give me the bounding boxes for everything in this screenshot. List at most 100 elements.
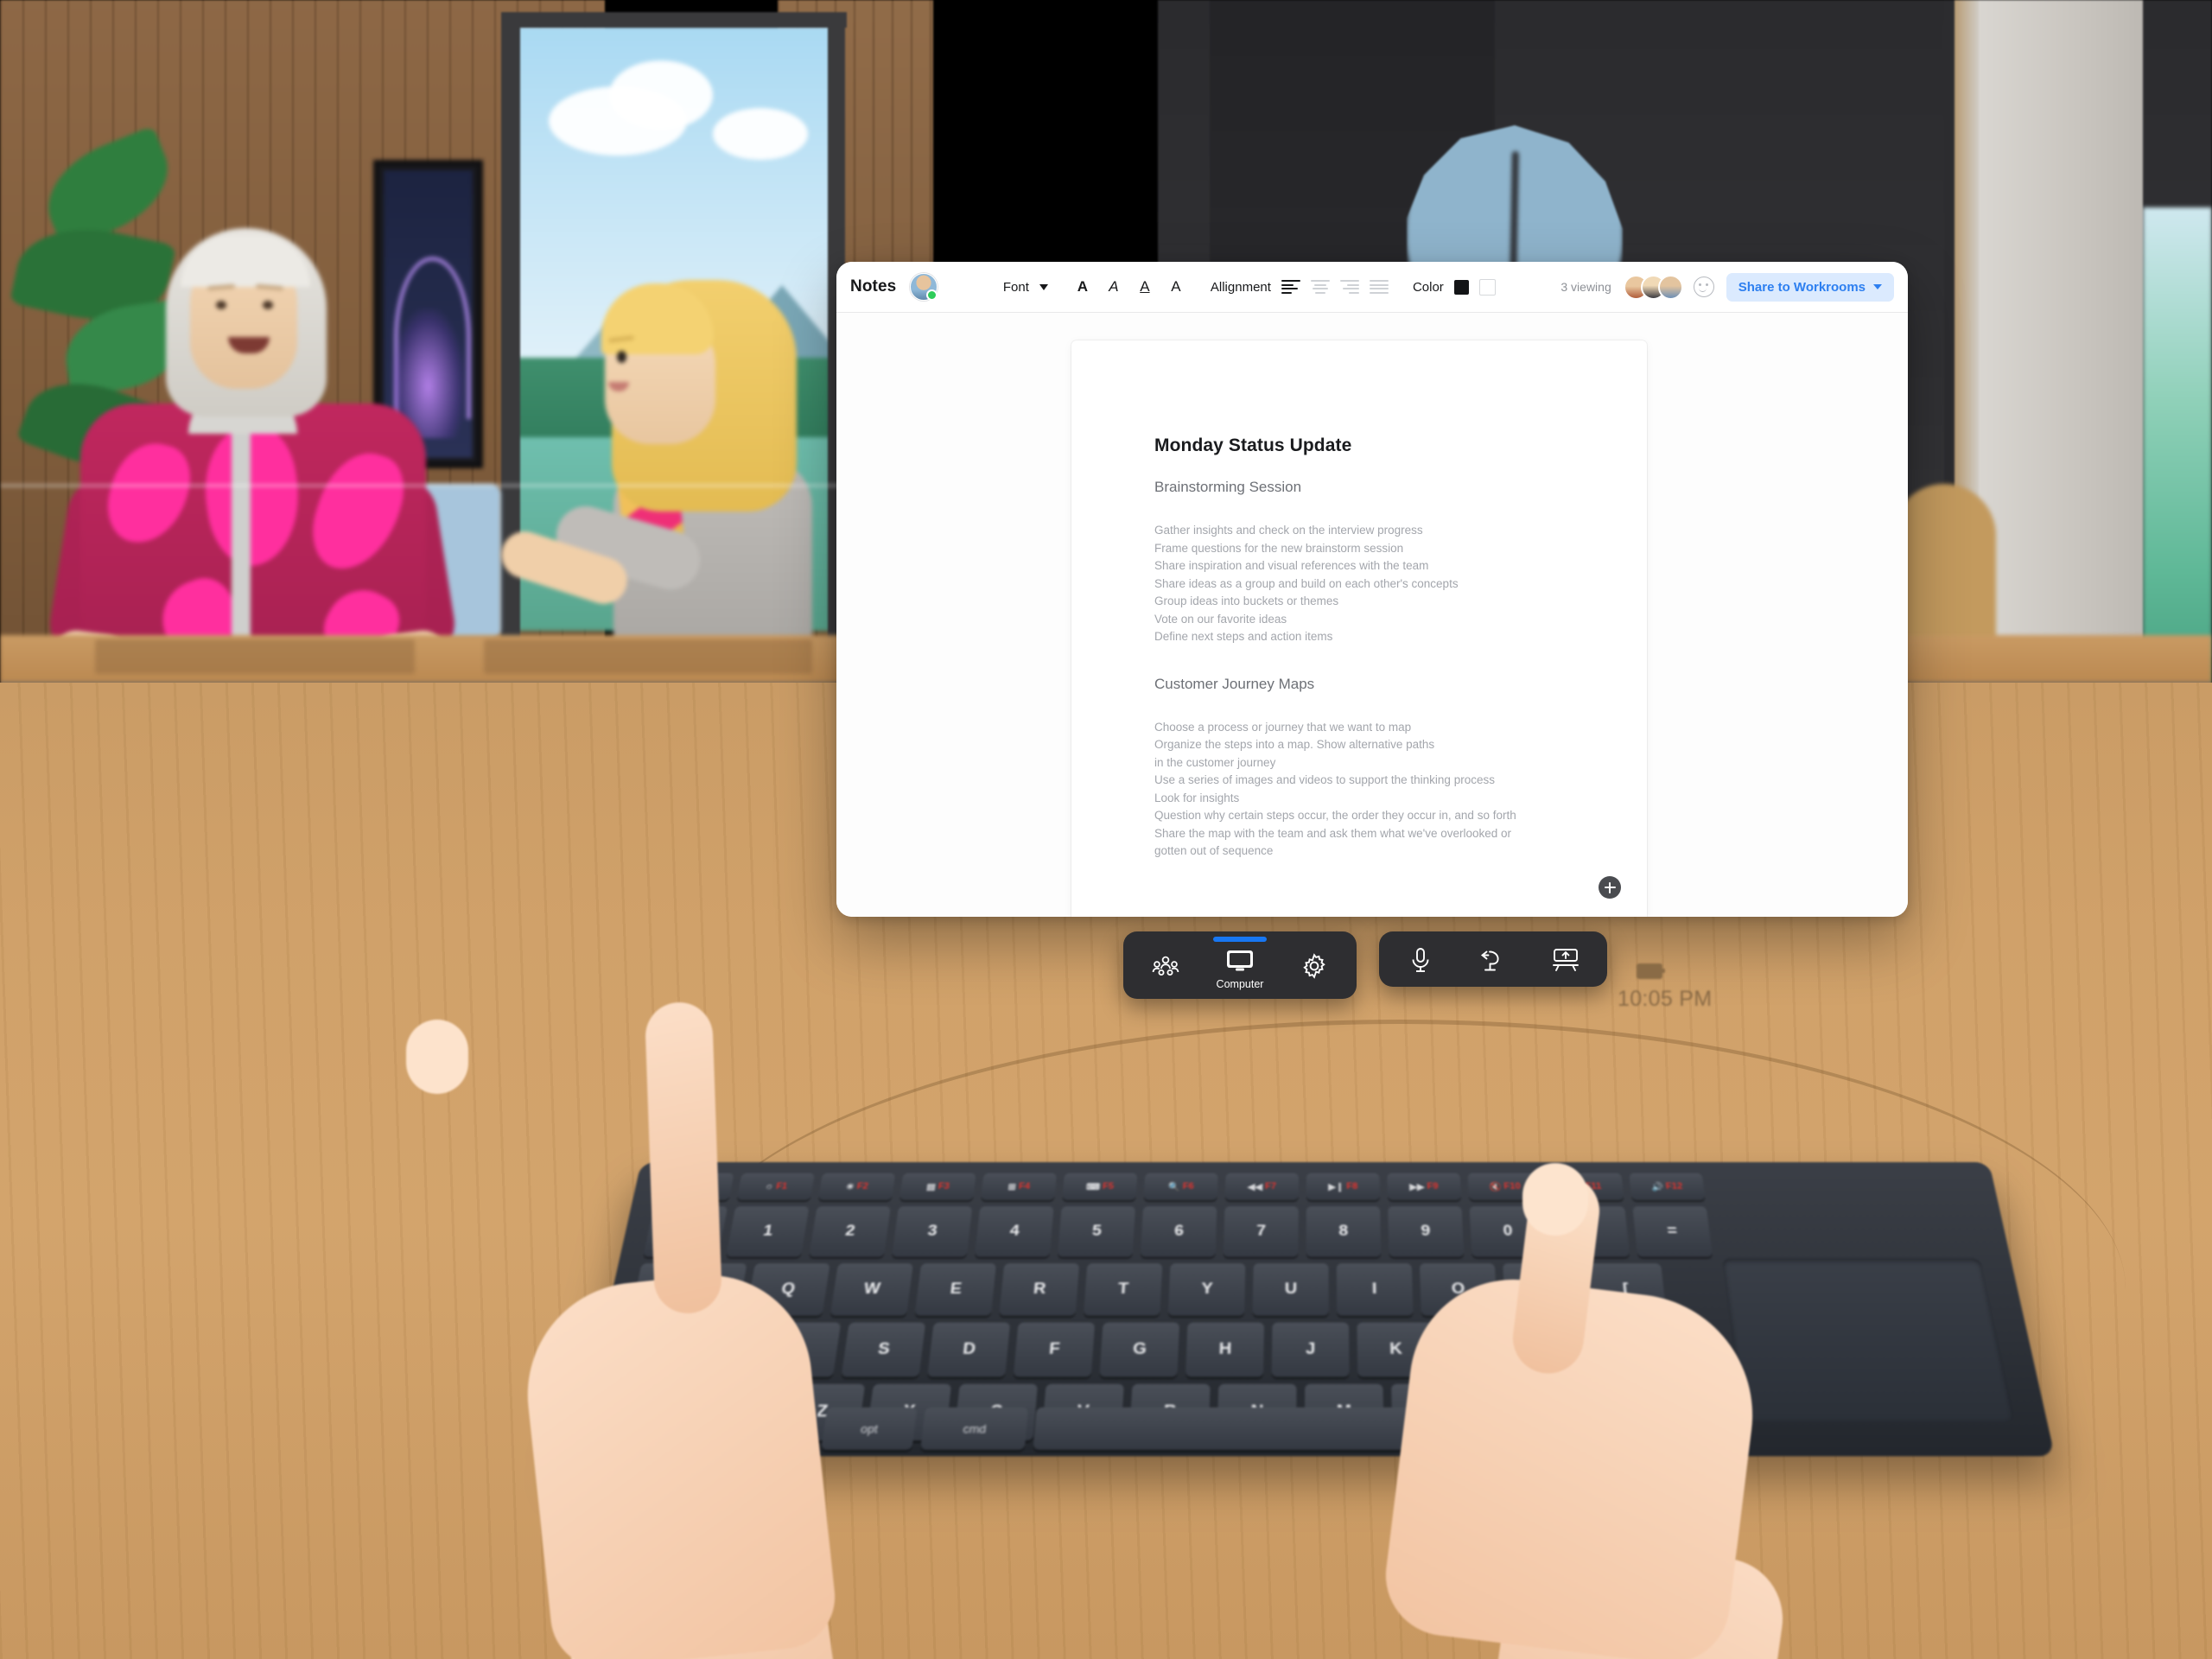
dock-button-settings[interactable] (1277, 946, 1351, 986)
key-j[interactable]: J (1272, 1323, 1350, 1377)
key-4[interactable]: 4 (975, 1206, 1054, 1256)
key-d[interactable]: D (927, 1323, 1010, 1377)
key-y[interactable]: Y (1168, 1263, 1246, 1316)
status-clock: 10:05 PM (1618, 987, 1712, 1012)
doc-line: Question why certain steps occur, the or… (1154, 807, 1588, 825)
doc-line: Gather insights and check on the intervi… (1154, 522, 1588, 540)
chevron-down-icon[interactable] (1039, 284, 1048, 290)
user-left-hand (406, 1020, 890, 1659)
doc-line: Share inspiration and visual references … (1154, 557, 1588, 575)
align-left-button[interactable] (1281, 280, 1300, 294)
avatar-eye (617, 351, 626, 363)
avatar-eye (263, 301, 273, 309)
plus-icon[interactable] (1599, 876, 1621, 899)
active-indicator (1213, 937, 1267, 942)
user-right-hand (1348, 1115, 1884, 1659)
doc-line: Share ideas as a group and build on each… (1154, 575, 1588, 594)
avatar-person-blonde (518, 259, 864, 657)
section-body-2: Choose a process or journey that we want… (1154, 719, 1588, 861)
people-group-icon (1149, 951, 1182, 981)
dock-label-computer: Computer (1217, 978, 1264, 990)
doc-line: Look for insights (1154, 790, 1588, 808)
concrete-pillar (1979, 0, 2143, 683)
text-style-group: A A A A (1060, 278, 1198, 296)
font-group: Font (991, 280, 1060, 295)
dock-panel-right (1379, 931, 1607, 987)
dock-button-seat[interactable] (1457, 940, 1529, 980)
desk-mat (484, 639, 812, 674)
window-landscape-right (2143, 207, 2212, 691)
doc-line: Define next steps and action items (1154, 628, 1588, 646)
key-f7[interactable]: ◀◀ F7 (1225, 1173, 1299, 1200)
key-f[interactable]: F (1014, 1323, 1095, 1377)
vr-dock: Computer (1123, 931, 1607, 999)
key-3[interactable]: 3 (892, 1206, 972, 1256)
doc-line: in the customer journey (1154, 754, 1588, 772)
doc-line: Share the map with the team and ask them… (1154, 825, 1588, 843)
key-6[interactable]: 6 (1141, 1206, 1217, 1256)
key-f4[interactable]: ⊞ F4 (981, 1173, 1057, 1200)
app-title: Notes (850, 277, 896, 296)
dock-button-computer[interactable]: Computer (1203, 940, 1277, 992)
section-heading-2: Customer Journey Maps (1154, 676, 1588, 693)
doc-line: Choose a process or journey that we want… (1154, 719, 1588, 737)
window-header (501, 12, 847, 28)
vr-workspace-screenshot: Notes Font A A A A Allignment Color 3 vi… (0, 0, 2212, 1659)
share-to-workrooms-button[interactable]: Share to Workrooms (1726, 273, 1894, 302)
hand-index-finger (645, 1001, 723, 1315)
color-group: Color (1401, 279, 1508, 296)
smiley-icon[interactable] (1694, 276, 1714, 297)
computer-monitor-icon (1224, 945, 1256, 975)
hand-fingertip (406, 1020, 468, 1094)
document-title: Monday Status Update (1154, 435, 1588, 456)
key-cmd-left[interactable]: cmd (920, 1408, 1028, 1450)
avatar (1658, 275, 1683, 300)
gear-icon (1298, 951, 1331, 981)
underline-button[interactable]: A (1135, 278, 1155, 296)
chair (1892, 484, 1996, 648)
key-t[interactable]: T (1084, 1263, 1162, 1316)
avatar-eye (216, 301, 226, 309)
doc-line: Vote on our favorite ideas (1154, 611, 1588, 629)
alignment-label: Allignment (1211, 280, 1271, 295)
bold-button[interactable]: A (1072, 278, 1093, 296)
cloud (713, 108, 808, 160)
align-justify-button[interactable] (1370, 280, 1389, 294)
desk-share-icon (1549, 945, 1582, 975)
align-center-button[interactable] (1311, 280, 1330, 294)
italic-button[interactable]: A (1103, 278, 1124, 296)
plain-text-button[interactable]: A (1166, 278, 1186, 296)
viewer-avatar-stack[interactable] (1624, 275, 1683, 300)
key-e[interactable]: E (915, 1263, 996, 1316)
doc-line: Group ideas into buckets or themes (1154, 593, 1588, 611)
dock-panel-left: Computer (1123, 931, 1357, 999)
document-page[interactable]: Monday Status Update Brainstorming Sessi… (1071, 340, 1647, 917)
key-f3[interactable]: ▤ F3 (899, 1173, 976, 1200)
key-f5[interactable]: ⌨ F5 (1062, 1173, 1137, 1200)
notes-app-window[interactable]: Notes Font A A A A Allignment Color 3 vi… (836, 262, 1908, 917)
share-button-label: Share to Workrooms (1738, 280, 1866, 295)
chevron-down-icon (1873, 284, 1882, 289)
color-swatch-black[interactable] (1454, 280, 1469, 295)
avatar-person-silver-hair (59, 192, 448, 676)
dock-button-microphone[interactable] (1384, 940, 1457, 980)
color-swatch-white[interactable] (1479, 279, 1496, 296)
key-7[interactable]: 7 (1224, 1206, 1299, 1256)
key-5[interactable]: 5 (1058, 1206, 1135, 1256)
key-h[interactable]: H (1185, 1323, 1264, 1377)
key-u[interactable]: U (1252, 1263, 1328, 1316)
key-r[interactable]: R (999, 1263, 1079, 1316)
key-f6[interactable]: 🔍 F6 (1144, 1173, 1218, 1200)
doc-line: Frame questions for the new brainstorm s… (1154, 540, 1588, 558)
dock-button-desk-share[interactable] (1529, 940, 1602, 980)
section-heading-1: Brainstorming Session (1154, 479, 1588, 496)
document-body: Monday Status Update Brainstorming Sessi… (1071, 340, 1647, 861)
doc-line: gotten out of sequence (1154, 842, 1588, 861)
glass-divider (0, 484, 864, 487)
dock-button-people[interactable] (1128, 946, 1203, 986)
document-canvas[interactable]: Monday Status Update Brainstorming Sessi… (836, 313, 1908, 917)
key-g[interactable]: G (1099, 1323, 1179, 1377)
avatar[interactable] (910, 273, 938, 301)
align-right-button[interactable] (1340, 280, 1359, 294)
section-body-1: Gather insights and check on the intervi… (1154, 522, 1588, 646)
